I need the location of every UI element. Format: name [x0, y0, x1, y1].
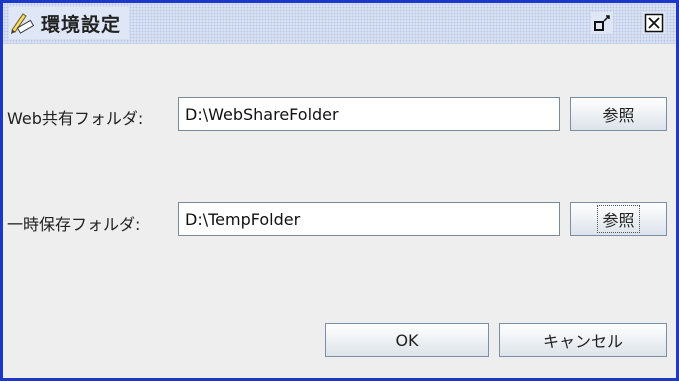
- title-bar[interactable]: 環境設定: [3, 3, 676, 44]
- ok-button-label: OK: [395, 330, 419, 350]
- temp-folder-input[interactable]: [178, 202, 560, 236]
- window-title: 環境設定: [41, 13, 122, 36]
- web-share-folder-label: Web共有フォルダ:: [7, 109, 144, 128]
- ok-button[interactable]: OK: [325, 323, 489, 357]
- web-share-browse-label: 参照: [602, 106, 635, 125]
- cancel-button[interactable]: キャンセル: [499, 323, 667, 357]
- pencil-ruler-icon: [9, 10, 35, 36]
- web-share-folder-input[interactable]: [178, 97, 560, 131]
- cancel-button-label: キャンセル: [542, 332, 623, 351]
- temp-folder-label: 一時保存フォルダ:: [7, 215, 141, 234]
- restore-icon[interactable]: [591, 12, 613, 34]
- temp-browse-button[interactable]: 参照: [570, 202, 667, 236]
- settings-dialog: 環境設定 Web共有フォルダ: 参照 一時保存フォルダ: 参照 OK キャンセル: [0, 0, 679, 381]
- close-icon[interactable]: [643, 12, 665, 34]
- temp-browse-label: 参照: [597, 205, 640, 233]
- web-share-browse-button[interactable]: 参照: [570, 97, 667, 131]
- title-group: 環境設定: [9, 7, 130, 39]
